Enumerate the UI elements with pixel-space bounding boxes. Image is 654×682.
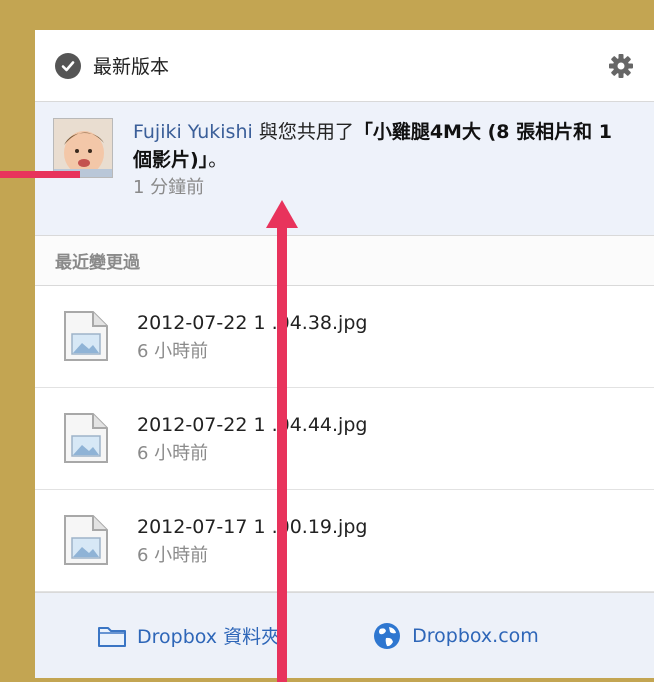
file-time: 6 小時前: [137, 443, 209, 464]
share-notification[interactable]: Fujiki Yukishi 與您共用了「小雞腿4M大 (8 張相片和 1 個影…: [35, 102, 654, 236]
gear-icon[interactable]: [606, 51, 636, 81]
globe-icon: [374, 622, 401, 649]
dropbox-web-link[interactable]: Dropbox.com: [372, 621, 539, 651]
file-item[interactable]: 2012-07-22 1 .04.38.jpg 6 小時前: [35, 286, 654, 388]
notification-end: 。: [208, 149, 228, 171]
file-name: 2012-07-17 1 .00.19.jpg: [137, 516, 368, 538]
avatar: [53, 118, 113, 178]
file-time: 6 小時前: [137, 545, 209, 566]
folder-icon: [98, 626, 126, 647]
image-file-icon: [63, 310, 109, 362]
file-name: 2012-07-22 1 .04.44.jpg: [137, 414, 368, 436]
file-time: 6 小時前: [137, 341, 209, 362]
image-file-icon: [63, 412, 109, 464]
recent-changes-heading: 最近變更過: [35, 236, 654, 286]
file-name: 2012-07-22 1 .04.38.jpg: [137, 312, 368, 334]
file-item[interactable]: 2012-07-17 1 .00.19.jpg 6 小時前: [35, 490, 654, 592]
panel-footer: Dropbox 資料夾 Dropbox.com: [35, 592, 654, 678]
dropbox-web-label: Dropbox.com: [412, 624, 539, 647]
sender-name: Fujiki Yukishi: [133, 121, 253, 143]
dropbox-folder-link[interactable]: Dropbox 資料夾: [97, 622, 280, 649]
file-item[interactable]: 2012-07-22 1 .04.44.jpg 6 小時前: [35, 388, 654, 490]
notification-time: 1 分鐘前: [133, 177, 205, 198]
panel-header: 最新版本: [35, 30, 654, 102]
notification-message: Fujiki Yukishi 與您共用了「小雞腿4M大 (8 張相片和 1 個影…: [133, 118, 636, 174]
image-file-icon: [63, 514, 109, 566]
check-circle-icon: [55, 52, 81, 79]
notification-action: 與您共用了: [252, 121, 354, 143]
header-title: 最新版本: [93, 56, 170, 78]
dropbox-folder-label: Dropbox 資料夾: [137, 626, 281, 648]
dropbox-notification-panel: 最新版本 Fujiki Yukishi 與您共用了「小雞腿4M大 (8 張相片和…: [35, 30, 654, 678]
